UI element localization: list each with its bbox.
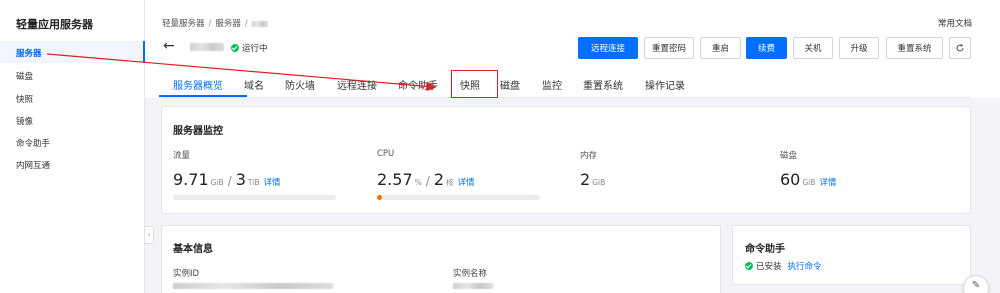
sidebar-item-intranet[interactable]: 内网互通 — [16, 159, 50, 171]
traffic-used-unit: GiB — [210, 178, 224, 187]
sidebar-item-snapshots[interactable]: 快照 — [16, 93, 33, 105]
tab-reinstall-system[interactable]: 重置系统 — [583, 77, 623, 92]
memory-label: 内存 — [580, 151, 598, 161]
reboot-button[interactable]: 重启 — [700, 37, 741, 59]
traffic-label: 流量 — [173, 151, 191, 161]
traffic-total-unit: TiB — [247, 178, 260, 187]
traffic-separator: / — [227, 174, 232, 188]
monitor-title: 服务器监控 — [173, 126, 223, 137]
sidebar-item-command-helper[interactable]: 命令助手 — [16, 137, 50, 149]
memory-value: 2 GiB — [580, 170, 605, 189]
sidebar-item-images[interactable]: 镜像 — [16, 115, 33, 127]
reset-password-button[interactable]: 重置密码 — [644, 37, 694, 59]
instance-id-label: 实例ID — [173, 269, 200, 279]
chevron-left-icon[interactable]: ‹ — [144, 226, 154, 244]
instance-id-redacted — [173, 283, 333, 289]
traffic-total: 3 — [235, 170, 246, 189]
disk-label: 磁盘 — [780, 151, 798, 161]
memory-unit: GiB — [592, 178, 606, 187]
cpu-value: 2.57%/2 核详情 — [377, 170, 475, 189]
arrow-left-icon[interactable]: ← — [163, 39, 175, 53]
instance-name-label: 实例名称 — [453, 269, 488, 279]
breadcrumb-item-servers[interactable]: 服务器 — [215, 19, 241, 29]
reinstall-system-button[interactable]: 重置系统 — [886, 37, 943, 59]
traffic-used: 9.71 — [173, 170, 209, 189]
sidebar: 轻量应用服务器 服务器 磁盘 快照 镜像 命令助手 内网互通 — [0, 0, 145, 293]
disk-value: 60 GiB 详情 — [780, 170, 836, 189]
cpu-usage: 2.57 — [377, 170, 413, 189]
tab-monitoring[interactable]: 监控 — [542, 77, 562, 92]
traffic-details-link[interactable]: 详情 — [264, 178, 281, 188]
command-helper-status: 已安装 执行命令 — [745, 260, 822, 272]
disk-amount: 60 — [780, 170, 801, 189]
cpu-usage-fill — [377, 195, 382, 200]
cpu-cores: 2 — [433, 170, 444, 189]
upgrade-button[interactable]: 升级 — [839, 37, 879, 59]
tab-remote-connect[interactable]: 远程连接 — [337, 77, 377, 92]
cpu-cores-unit: 核 — [446, 178, 454, 187]
disk-details-link[interactable]: 详情 — [819, 178, 836, 188]
breadcrumb: 轻量服务器 / 服务器 / — [162, 17, 268, 29]
tab-firewall[interactable]: 防火墙 — [285, 77, 315, 92]
memory-amount: 2 — [580, 170, 591, 189]
command-helper-title: 命令助手 — [745, 244, 785, 255]
tab-overview[interactable]: 服务器概览 — [173, 77, 223, 92]
breadcrumb-separator: / — [208, 19, 212, 29]
shutdown-button[interactable]: 关机 — [793, 37, 833, 59]
remote-connect-button[interactable]: 远程连接 — [578, 37, 638, 59]
check-circle-icon — [745, 262, 753, 270]
cpu-details-link[interactable]: 详情 — [458, 178, 475, 188]
cpu-label: CPU — [377, 149, 395, 159]
breadcrumb-separator: / — [244, 19, 248, 29]
sidebar-title: 轻量应用服务器 — [16, 18, 93, 31]
instance-name-value-redacted — [453, 283, 493, 289]
cpu-usage-bar — [377, 195, 540, 200]
basic-info-title: 基本信息 — [173, 244, 213, 255]
app-root: 轻量应用服务器 服务器 磁盘 快照 镜像 命令助手 内网互通 轻量服务器 / 服务器… — [0, 0, 1000, 293]
cpu-usage-unit: % — [414, 178, 422, 187]
sidebar-item-disks[interactable]: 磁盘 — [16, 70, 33, 82]
refresh-icon-glyph — [956, 43, 964, 52]
instance-name-redacted — [190, 43, 224, 51]
status-badge: 运行中 — [231, 42, 268, 54]
renew-button[interactable]: 续费 — [746, 37, 787, 59]
breadcrumb-item-redacted — [251, 20, 268, 27]
main-panel: 轻量服务器 / 服务器 / 常用文档 ← 运行中 远程连接 重置密码 重启 续费 关机… — [145, 0, 1000, 293]
basic-info-card: 基本信息 实例ID 实例名称 — [161, 225, 721, 293]
tab-domain[interactable]: 域名 — [244, 77, 264, 92]
refresh-icon[interactable] — [949, 37, 971, 59]
traffic-value: 9.71 GiB/3 TiB 详情 — [173, 170, 281, 189]
installed-label: 已安装 — [756, 262, 782, 272]
cpu-separator: / — [425, 174, 430, 188]
sidebar-item-servers[interactable]: 服务器 — [16, 47, 42, 59]
docs-link[interactable]: 常用文档 — [938, 17, 972, 29]
disk-unit: GiB — [802, 178, 816, 187]
command-helper-card: 命令助手 已安装 执行命令 — [732, 225, 971, 285]
check-circle-icon — [231, 44, 239, 52]
tab-operation-log[interactable]: 操作记录 — [645, 77, 685, 92]
monitor-card: 服务器监控 流量 9.71 GiB/3 TiB 详情 CPU 2.57%/2 核详情 内… — [161, 106, 971, 214]
run-command-link[interactable]: 执行命令 — [788, 260, 822, 272]
annotation-highlight-box — [451, 70, 498, 98]
tab-command-helper[interactable]: 命令助手 — [398, 77, 438, 92]
breadcrumb-item-lighthouse[interactable]: 轻量服务器 — [162, 19, 205, 29]
tab-disks[interactable]: 磁盘 — [500, 77, 520, 92]
status-label: 运行中 — [242, 44, 268, 54]
traffic-usage-bar — [173, 195, 336, 200]
